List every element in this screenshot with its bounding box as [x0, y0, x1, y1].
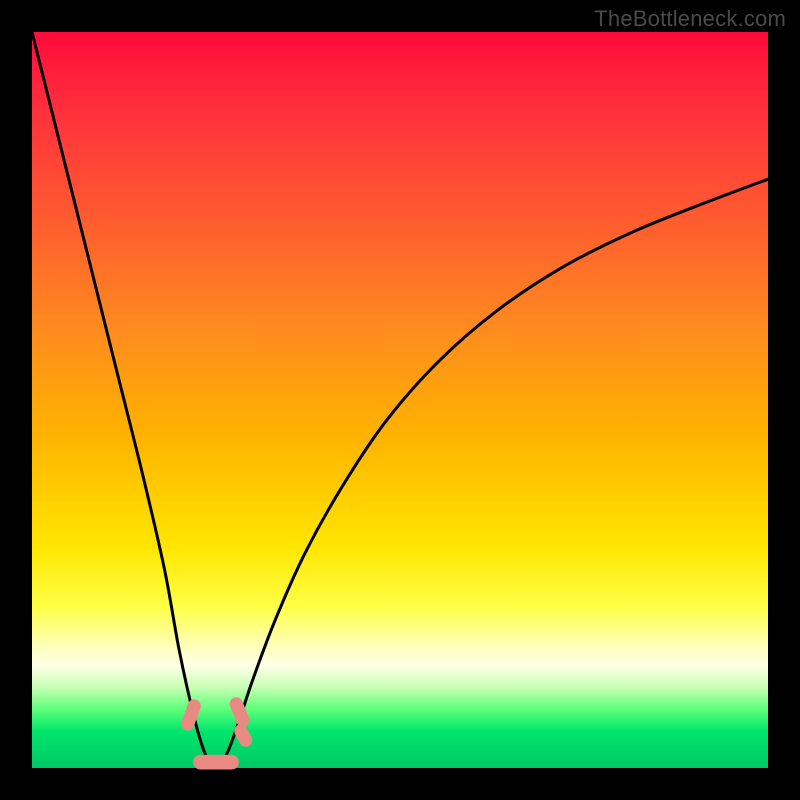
marker-pill: [228, 695, 252, 729]
marker-pill: [193, 755, 239, 770]
bottleneck-curve: [32, 32, 768, 768]
chart-plot-area: [32, 32, 768, 768]
chart-frame: TheBottleneck.com: [0, 0, 800, 800]
chart-svg: [32, 32, 768, 768]
curve-markers: [179, 695, 254, 769]
watermark-text: TheBottleneck.com: [594, 6, 786, 32]
marker-pill: [179, 698, 203, 733]
